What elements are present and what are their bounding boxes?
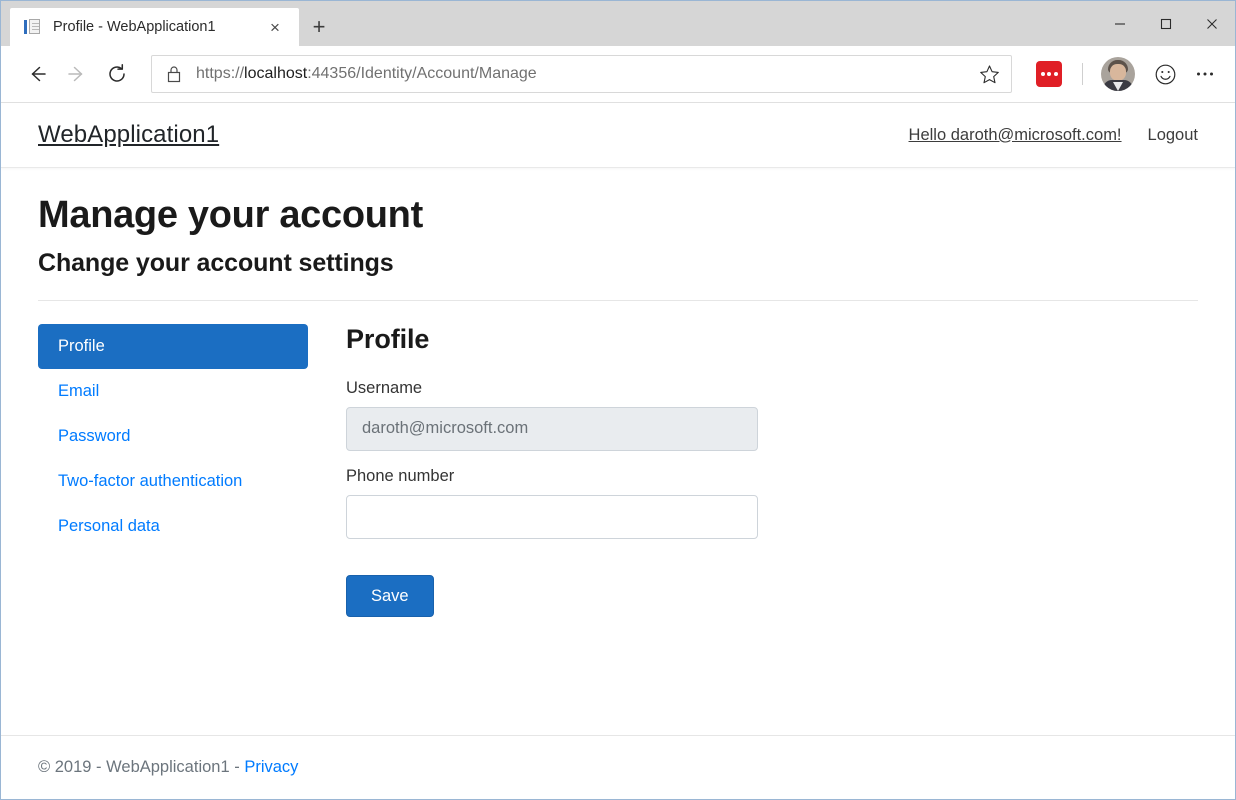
page-title: Manage your account — [38, 194, 423, 236]
lock-icon — [166, 65, 182, 83]
sidebar-item-two-factor-authentication[interactable]: Two-factor authentication — [38, 459, 308, 504]
window-controls — [1097, 1, 1235, 46]
browser-tab-profile[interactable]: Profile - WebApplication1 × — [10, 8, 299, 46]
privacy-link[interactable]: Privacy — [244, 758, 298, 776]
sidebar-item-profile[interactable]: Profile — [38, 323, 308, 369]
url-text[interactable]: https://localhost:44356/Identity/Account… — [196, 65, 973, 83]
phone-field-group: Phone number — [346, 467, 758, 539]
browser-window: Profile - WebApplication1 × + https://lo… — [0, 0, 1236, 800]
phone-number-label: Phone number — [346, 466, 455, 485]
tab-strip: Profile - WebApplication1 × + — [1, 1, 1235, 46]
form-title: Profile — [346, 323, 430, 354]
sidebar-item-personal-data[interactable]: Personal data — [38, 504, 308, 549]
toolbar-divider — [1082, 63, 1083, 85]
browser-toolbar: https://localhost:44356/Identity/Account… — [1, 46, 1235, 103]
minimize-icon[interactable] — [1097, 1, 1143, 46]
header-divider — [38, 299, 1198, 301]
site-footer: © 2019 - WebApplication1 - Privacy — [1, 735, 1235, 799]
forward-arrow-icon[interactable] — [57, 54, 97, 94]
footer-text: © 2019 - WebApplication1 - Privacy — [38, 758, 298, 776]
save-button[interactable]: Save — [346, 574, 434, 617]
username-label: Username — [346, 378, 423, 397]
more-options-icon[interactable] — [1185, 54, 1225, 94]
greeting-link[interactable]: Hello daroth@microsoft.com! — [909, 126, 1122, 145]
smiley-icon[interactable] — [1145, 54, 1185, 94]
main-content: Manage your account Change your account … — [1, 168, 1235, 735]
star-icon[interactable] — [973, 58, 1005, 90]
username-input — [346, 406, 758, 451]
address-bar[interactable]: https://localhost:44356/Identity/Account… — [151, 55, 1012, 93]
site-brand[interactable]: WebApplication1 — [38, 121, 219, 149]
back-arrow-icon[interactable] — [17, 54, 57, 94]
refresh-icon[interactable] — [97, 54, 137, 94]
sidebar-item-email[interactable]: Email — [38, 369, 308, 414]
url-scheme: https:// — [196, 65, 245, 82]
site-navbar: WebApplication1 Hello daroth@microsoft.c… — [1, 103, 1235, 168]
profile-form: Profile Username Phone number Save — [346, 324, 758, 617]
close-window-icon[interactable] — [1189, 1, 1235, 46]
manage-sidenav: Profile Email Password Two-factor authen… — [38, 323, 308, 617]
page-subtitle: Change your account settings — [38, 248, 394, 277]
tab-title: Profile - WebApplication1 — [53, 19, 216, 35]
url-path: :44356/Identity/Account/Manage — [307, 65, 537, 82]
page-viewport: WebApplication1 Hello daroth@microsoft.c… — [1, 103, 1235, 799]
navbar-right: Hello daroth@microsoft.com! Logout — [909, 126, 1198, 145]
close-tab-icon[interactable]: × — [261, 13, 289, 41]
new-tab-button[interactable]: + — [299, 8, 339, 46]
extension-dots-icon[interactable] — [1036, 61, 1062, 87]
avatar[interactable] — [1101, 57, 1135, 91]
manage-layout: Profile Email Password Two-factor authen… — [38, 323, 1198, 617]
url-host: localhost — [244, 65, 308, 82]
footer-copyright: © 2019 - WebApplication1 - — [38, 758, 245, 776]
phone-number-input[interactable] — [346, 494, 758, 539]
username-field-group: Username — [346, 379, 758, 451]
sidebar-item-password[interactable]: Password — [38, 414, 308, 459]
logout-button[interactable]: Logout — [1148, 126, 1198, 145]
maximize-icon[interactable] — [1143, 1, 1189, 46]
document-icon — [24, 18, 42, 36]
